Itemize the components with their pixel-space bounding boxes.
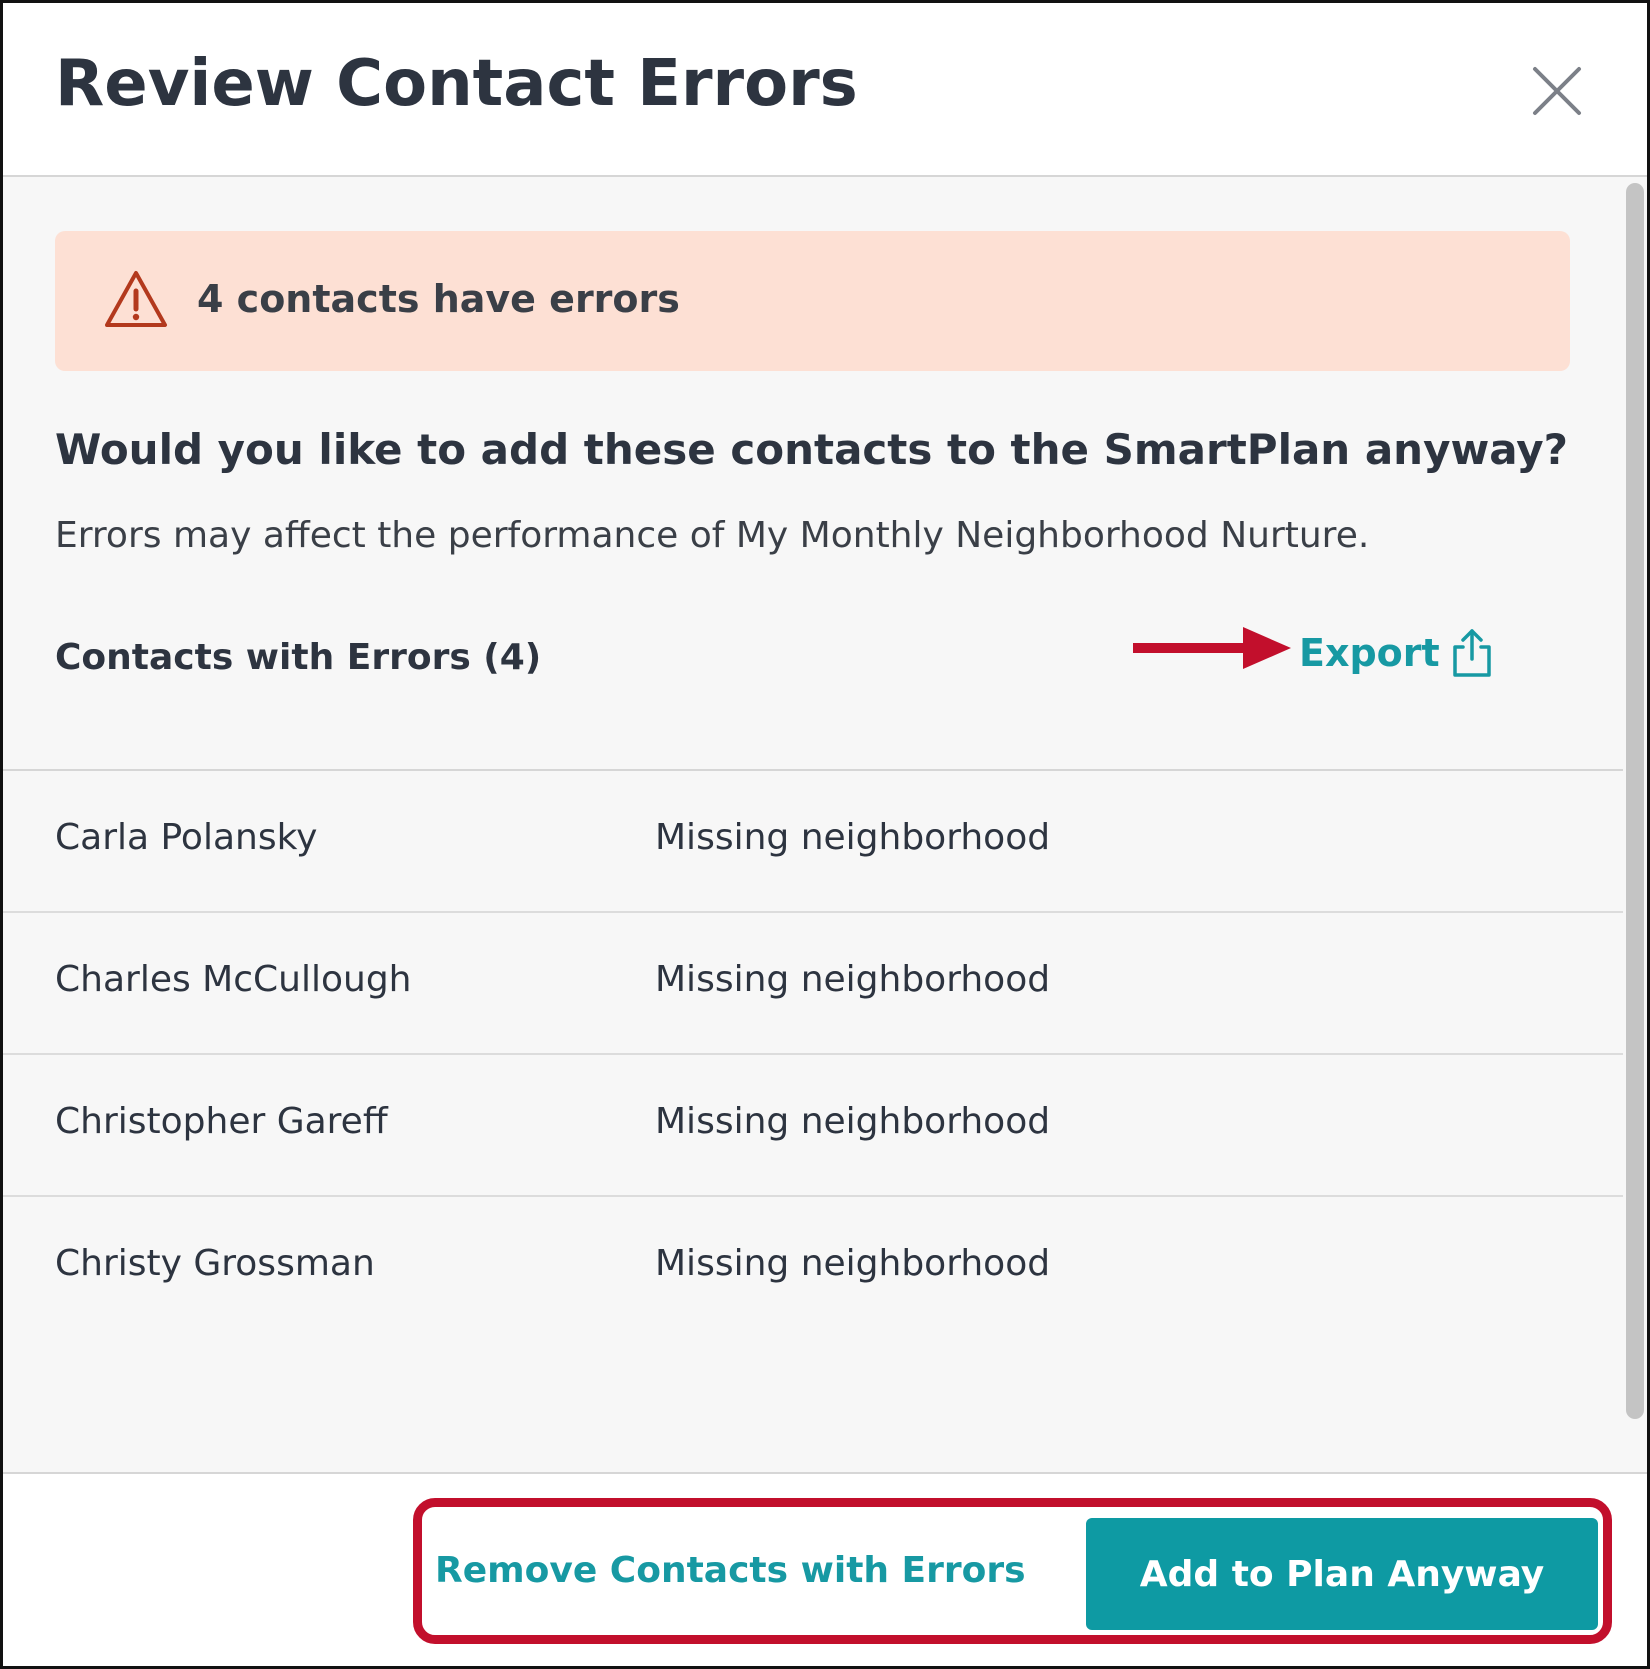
warning-triangle-icon [105, 271, 167, 327]
dialog-header: Review Contact Errors [3, 3, 1647, 177]
contact-error: Missing neighborhood [655, 1243, 1051, 1284]
close-icon [1533, 67, 1581, 115]
add-to-plan-button[interactable]: Add to Plan Anyway [1086, 1518, 1598, 1630]
table-row: Charles McCullough Missing neighborhood [3, 913, 1623, 1055]
red-arrow-icon [1133, 627, 1291, 669]
alert-text: 4 contacts have errors [197, 277, 680, 321]
contact-error: Missing neighborhood [655, 959, 1051, 1000]
contact-name: Christopher Gareff [55, 1101, 388, 1142]
contacts-list-heading: Contacts with Errors (4) [55, 637, 542, 678]
scrollbar-track[interactable] [1623, 177, 1647, 1472]
confirmation-question: Would you like to add these contacts to … [55, 425, 1569, 474]
close-button[interactable] [1527, 61, 1587, 121]
contact-name: Charles McCullough [55, 959, 412, 1000]
dialog-footer: Remove Contacts with Errors Add to Plan … [3, 1472, 1647, 1666]
table-row: Christopher Gareff Missing neighborhood [3, 1055, 1623, 1197]
dialog-title: Review Contact Errors [55, 47, 858, 121]
dialog-body: 4 contacts have errors Would you like to… [3, 177, 1623, 1472]
error-alert-banner: 4 contacts have errors [55, 231, 1570, 371]
contact-name: Carla Polansky [55, 817, 318, 858]
contact-name: Christy Grossman [55, 1243, 375, 1284]
table-row: Christy Grossman Missing neighborhood [3, 1197, 1623, 1337]
remove-contacts-button[interactable]: Remove Contacts with Errors [435, 1526, 1026, 1616]
review-contact-errors-dialog: Review Contact Errors 4 contacts have er… [0, 0, 1650, 1669]
contact-error: Missing neighborhood [655, 1101, 1051, 1142]
table-row: Carla Polansky Missing neighborhood [3, 771, 1623, 913]
export-link[interactable]: Export [1299, 631, 1440, 675]
contact-error: Missing neighborhood [655, 817, 1051, 858]
confirmation-description: Errors may affect the performance of My … [55, 515, 1370, 556]
share-export-icon[interactable] [1449, 627, 1495, 679]
scrollbar-thumb[interactable] [1626, 183, 1644, 1419]
